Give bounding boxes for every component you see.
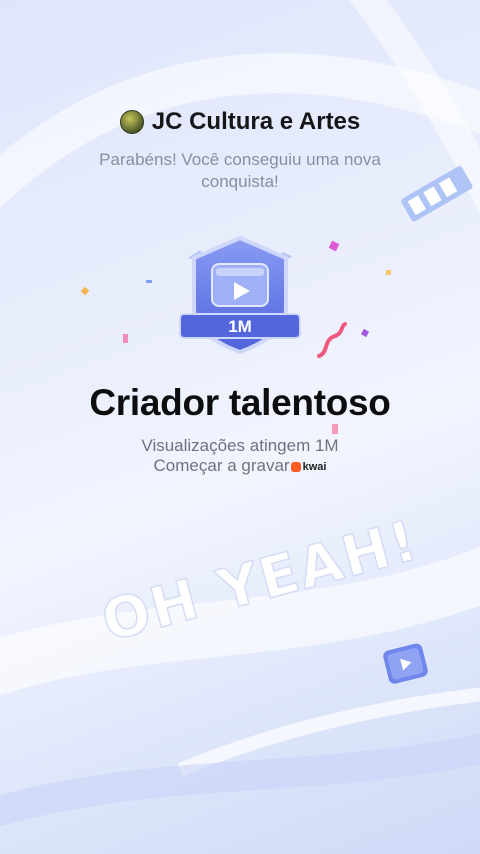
confetti-piece: [332, 424, 338, 434]
oh-yeah-overlay: OH YEAH!: [94, 507, 426, 650]
confetti-piece: [386, 270, 391, 275]
description-line-2: Começar a gravar kwai: [0, 456, 480, 477]
channel-name: JC Cultura e Artes: [151, 108, 361, 135]
achievement-description: Visualizações atingem 1M Começar a grava…: [0, 436, 480, 477]
record-cta-text: Começar a gravar: [153, 456, 290, 475]
achievement-title: Criador talentoso: [89, 382, 391, 423]
confetti-piece: [80, 286, 90, 296]
oh-yeah-text: OH YEAH!: [95, 508, 425, 650]
congrats-subtitle: Parabéns! Você conseguiu uma nova conqui…: [99, 150, 381, 191]
kwai-wordmark: kwai: [302, 460, 327, 473]
channel-row: JC Cultura e Artes: [119, 108, 361, 136]
confetti-piece: [146, 280, 152, 283]
avatar: [119, 110, 144, 134]
confetti-ribbon: [317, 322, 347, 358]
confetti-piece: [360, 328, 370, 338]
achievement-badge-icon: 1M: [179, 235, 301, 355]
description-line-1: Visualizações atingem 1M: [141, 436, 339, 455]
confetti-piece: [328, 240, 340, 252]
kwai-logo-icon: [290, 461, 301, 472]
kwai-brand: kwai: [290, 457, 327, 477]
badge-label: 1M: [228, 317, 252, 336]
confetti-piece: [123, 334, 128, 343]
header: JC Cultura e Artes Parabéns! Você conseg…: [0, 108, 480, 193]
